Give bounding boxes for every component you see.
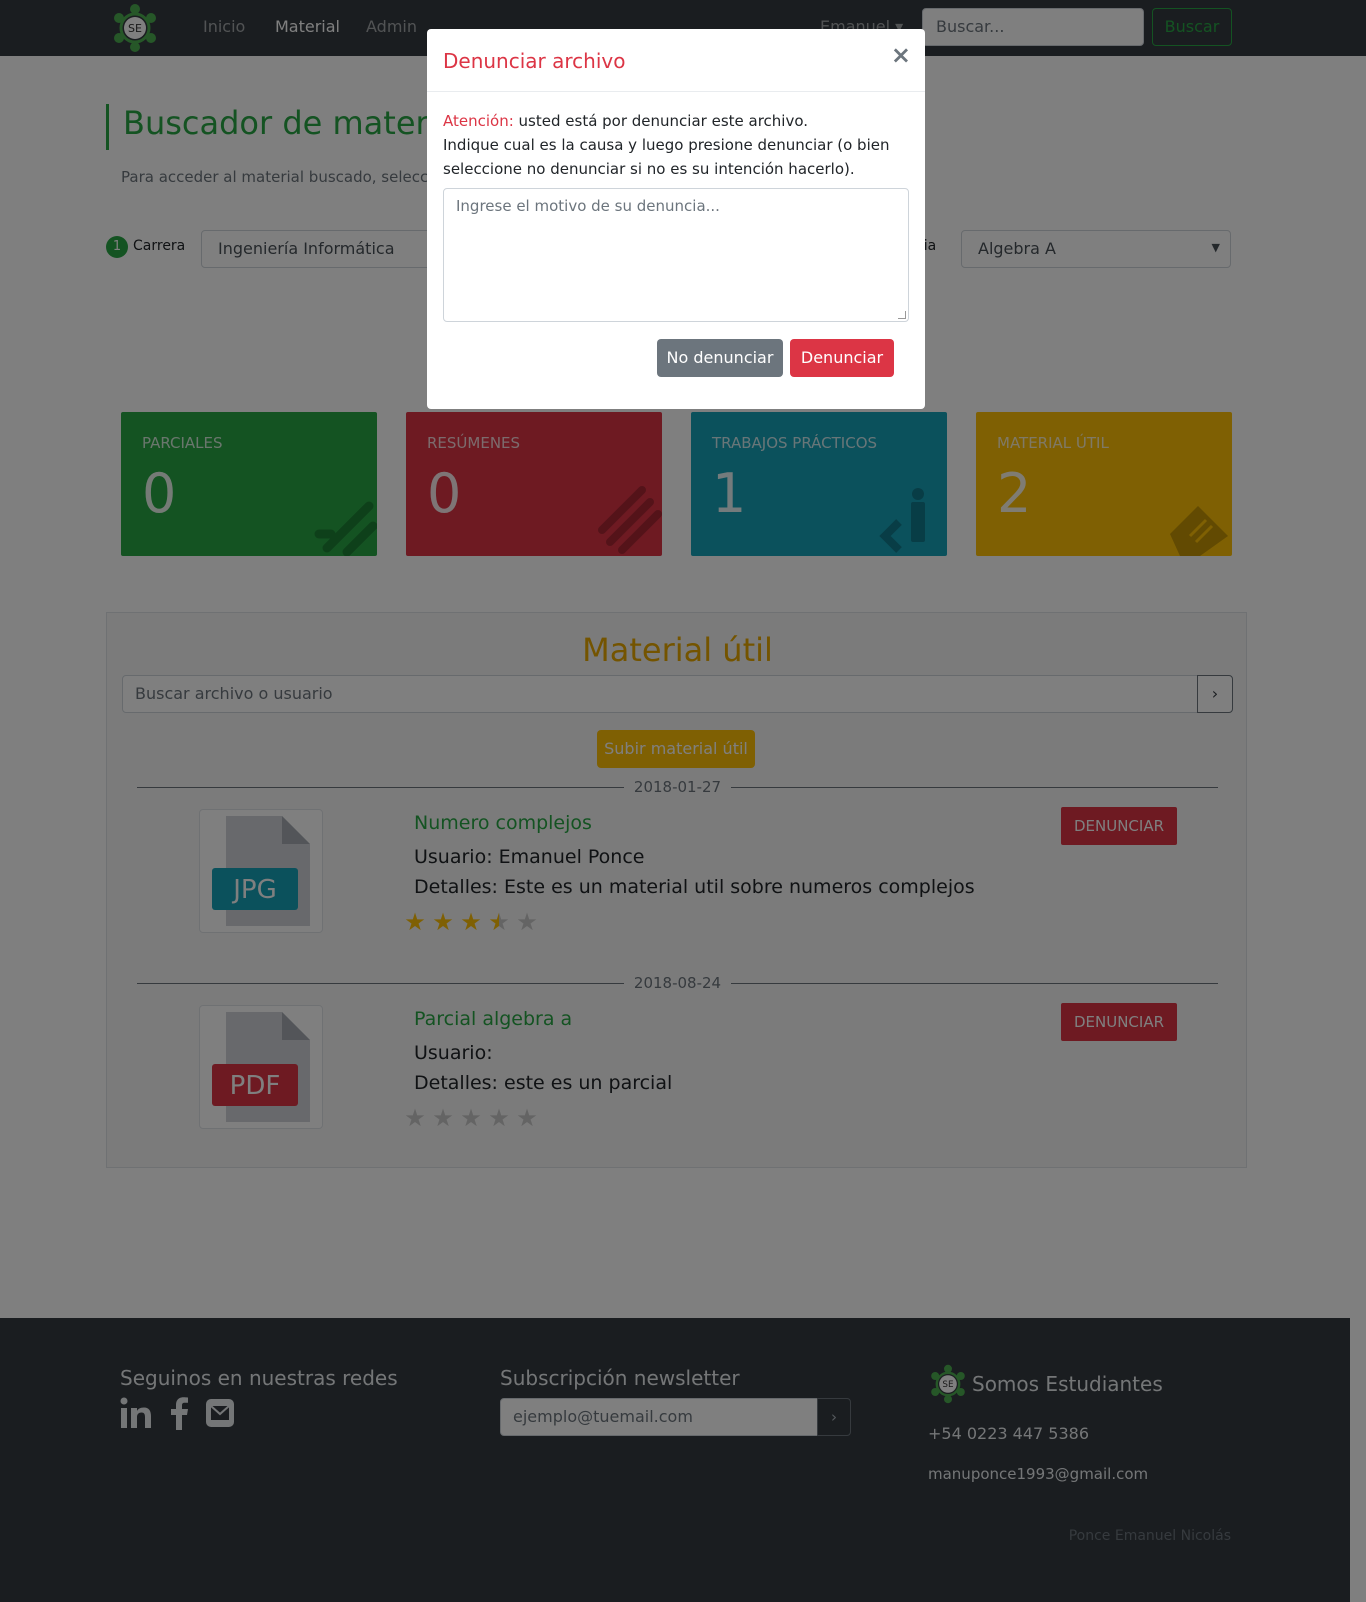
- modal-title: Denunciar archivo: [443, 49, 626, 73]
- textarea-placeholder: Ingrese el motivo de su denuncia...: [456, 197, 720, 215]
- modal-warning-label: Atención:: [443, 112, 514, 130]
- close-icon[interactable]: ×: [891, 43, 911, 67]
- modal-instructions: Indique cual es la causa y luego presion…: [443, 136, 890, 178]
- cancel-report-button[interactable]: No denunciar: [657, 339, 783, 377]
- resize-handle-icon[interactable]: [898, 311, 906, 319]
- page: SE Inicio Material Admin Emanuel ▾ Busca…: [0, 0, 1366, 1602]
- modal-header: Denunciar archivo ×: [427, 29, 925, 92]
- confirm-report-button[interactable]: Denunciar: [790, 339, 894, 377]
- modal-message: Atención: usted está por denunciar este …: [443, 109, 913, 181]
- report-reason-textarea[interactable]: Ingrese el motivo de su denuncia...: [443, 188, 909, 322]
- report-modal: Denunciar archivo × Atención: usted está…: [427, 29, 925, 409]
- modal-warning-text: usted está por denunciar este archivo.: [513, 112, 809, 130]
